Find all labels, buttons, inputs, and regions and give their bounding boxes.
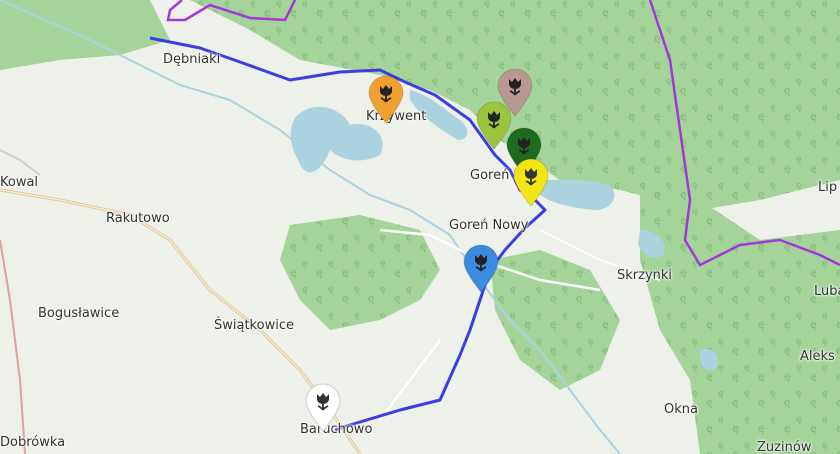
place-label: Dębniaki bbox=[163, 52, 221, 67]
marker-pin-shape bbox=[305, 383, 341, 432]
place-label: Dobrówka bbox=[0, 435, 66, 450]
place-label: Aleks bbox=[800, 349, 835, 364]
place-label: Okna bbox=[664, 402, 698, 417]
map-marker-white[interactable] bbox=[304, 383, 342, 433]
place-label: Goreń Nowy bbox=[449, 218, 529, 233]
map-marker-yellow[interactable] bbox=[512, 158, 550, 208]
forest-areas bbox=[0, 0, 840, 454]
marker-pin-shape bbox=[368, 75, 404, 124]
place-label: Bogusławice bbox=[38, 306, 120, 321]
marker-pin-shape bbox=[463, 244, 499, 293]
place-label: Zuzinów bbox=[757, 440, 812, 454]
marker-pin-shape bbox=[513, 158, 549, 207]
place-label: Skrzynki bbox=[617, 268, 673, 283]
map-base-layer: ę ę bbox=[0, 0, 840, 454]
place-label: Rakutowo bbox=[106, 211, 170, 226]
place-label: Lip bbox=[818, 180, 838, 195]
map-marker-orange[interactable] bbox=[367, 75, 405, 125]
place-label: Świątkowice bbox=[214, 318, 294, 333]
place-label: Kowal bbox=[0, 175, 39, 190]
map-marker-blue[interactable] bbox=[462, 244, 500, 294]
map-canvas[interactable]: ę ę bbox=[0, 0, 840, 454]
place-label: Luba bbox=[814, 284, 840, 299]
